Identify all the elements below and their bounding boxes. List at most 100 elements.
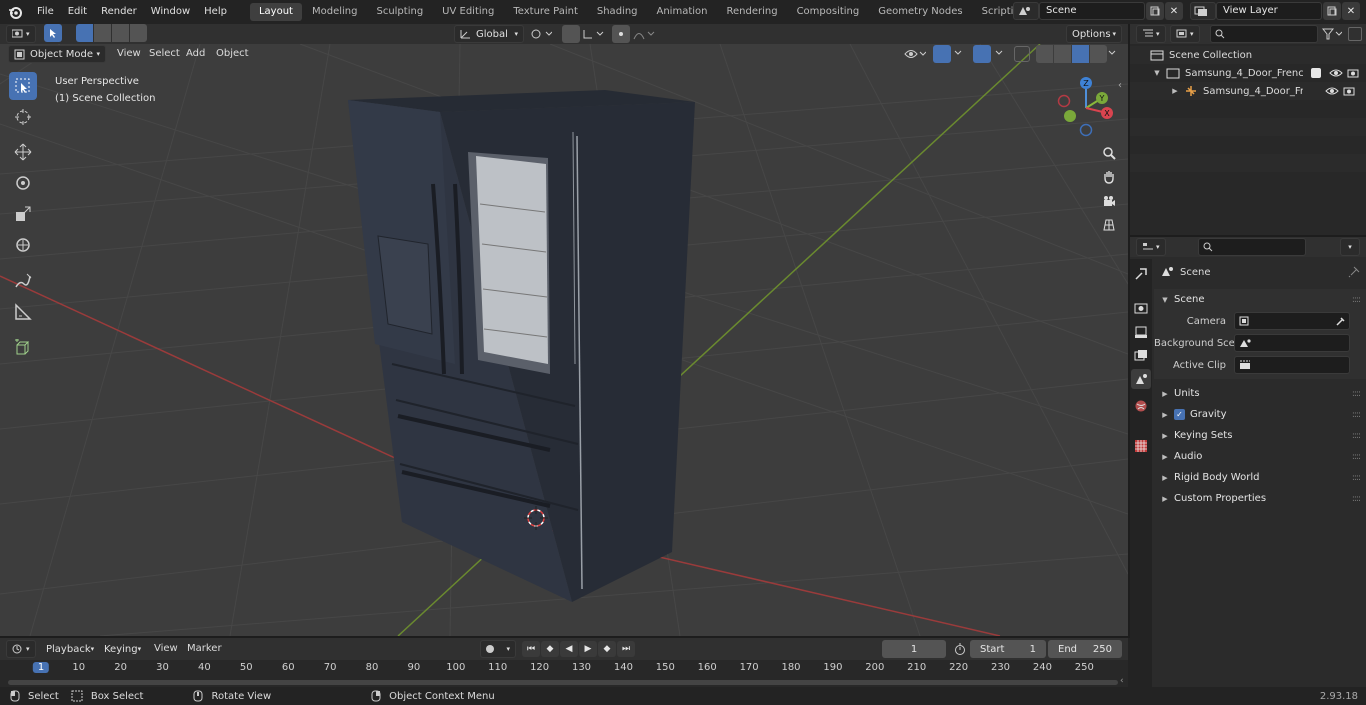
tab-texture-paint[interactable]: Texture Paint bbox=[504, 3, 587, 21]
expand-arrow-icon[interactable]: ▼ bbox=[1152, 69, 1162, 77]
pin-icon[interactable] bbox=[1348, 266, 1360, 278]
menu-render[interactable]: Render bbox=[94, 0, 144, 24]
render-tab-icon[interactable] bbox=[1134, 301, 1148, 315]
viewport-visibility-icon[interactable] bbox=[904, 47, 926, 61]
world-tab-icon[interactable] bbox=[1134, 399, 1148, 413]
select-box-tool-icon[interactable] bbox=[9, 72, 37, 100]
scene-name-field[interactable]: Scene bbox=[1039, 2, 1145, 20]
section-rigid-body-world[interactable]: ▶ Rigid Body World:::: bbox=[1154, 467, 1366, 488]
ortho-view-icon[interactable] bbox=[1098, 214, 1120, 236]
timeline-scrollbar[interactable] bbox=[8, 680, 1118, 685]
transform-orientation-dropdown[interactable]: Global ▾ bbox=[454, 25, 524, 43]
active-clip-field[interactable] bbox=[1234, 356, 1350, 374]
scene-selector[interactable]: Scene ✕ bbox=[1013, 2, 1183, 20]
new-scene-icon[interactable] bbox=[1146, 2, 1164, 20]
move-tool-icon[interactable] bbox=[9, 138, 37, 166]
current-frame-marker[interactable]: 1 bbox=[32, 662, 50, 673]
viewport-menu-object[interactable]: Object bbox=[210, 45, 255, 63]
scale-tool-icon[interactable] bbox=[9, 200, 37, 228]
select-invert-icon[interactable] bbox=[130, 24, 147, 42]
editor-type-dropdown[interactable]: ▾ bbox=[6, 25, 36, 43]
collection-checkbox[interactable] bbox=[1311, 68, 1321, 78]
tool-tab-icon[interactable] bbox=[1134, 267, 1148, 281]
viewport-menu-add[interactable]: Add bbox=[180, 45, 211, 63]
overlay-toggle-icon[interactable] bbox=[973, 45, 991, 63]
output-tab-icon[interactable] bbox=[1134, 325, 1148, 339]
jump-start-icon[interactable]: ⏮ bbox=[522, 641, 540, 657]
background-scene-field[interactable] bbox=[1234, 334, 1350, 352]
cursor-tool-icon[interactable] bbox=[9, 103, 37, 131]
frame-ruler[interactable]: 1 10 20 30 40 50 60 70 80 90 100 110 120 130 140 150 160… bbox=[0, 662, 1128, 678]
timeline-editor-dropdown[interactable]: ▾ bbox=[6, 640, 36, 658]
select-tool-button[interactable] bbox=[44, 24, 62, 42]
current-frame-field[interactable]: 1 bbox=[882, 640, 946, 658]
tab-sculpting[interactable]: Sculpting bbox=[367, 3, 432, 21]
annotate-tool-icon[interactable] bbox=[9, 267, 37, 295]
sidebar-toggle-icon[interactable]: ‹ bbox=[1118, 80, 1122, 91]
outliner-display-dropdown[interactable]: ▾ bbox=[1170, 25, 1200, 43]
texture-tab-icon[interactable] bbox=[1134, 439, 1148, 453]
outliner-editor-dropdown[interactable]: ▾ bbox=[1136, 25, 1166, 43]
properties-editor-dropdown[interactable]: ▾ bbox=[1136, 238, 1166, 256]
outliner-row-collection[interactable]: ▼ Samsung_4_Door_French_Door bbox=[1130, 64, 1366, 82]
gizmo-toggle-icon[interactable] bbox=[933, 45, 951, 63]
view-layer-selector[interactable]: View Layer ✕ bbox=[1190, 2, 1360, 20]
select-subtract-icon[interactable] bbox=[112, 24, 129, 42]
jump-end-icon[interactable]: ⏭ bbox=[617, 641, 635, 657]
rotate-tool-icon[interactable] bbox=[9, 169, 37, 197]
next-keyframe-icon[interactable]: ◆ bbox=[598, 641, 616, 657]
outliner-row-scene-collection[interactable]: Scene Collection bbox=[1130, 46, 1366, 64]
wireframe-shading-icon[interactable] bbox=[1036, 45, 1053, 63]
properties-options-dropdown[interactable]: ▾ bbox=[1340, 238, 1360, 256]
delete-scene-icon[interactable]: ✕ bbox=[1165, 2, 1183, 20]
section-units[interactable]: ▶ Units:::: bbox=[1154, 383, 1366, 404]
camera-field[interactable] bbox=[1234, 312, 1350, 330]
properties-search-input[interactable] bbox=[1198, 238, 1306, 256]
auto-keying-toggle[interactable]: ▾ bbox=[480, 640, 516, 658]
object-eye-icon[interactable] bbox=[1325, 86, 1339, 96]
view-layer-tab-icon[interactable] bbox=[1134, 349, 1148, 363]
gizmo-dropdown-icon[interactable] bbox=[954, 50, 962, 56]
tab-compositing[interactable]: Compositing bbox=[788, 3, 869, 21]
pivot-point-icon[interactable] bbox=[530, 28, 552, 40]
delete-view-layer-icon[interactable]: ✕ bbox=[1342, 2, 1360, 20]
timeline-menu-marker[interactable]: Marker bbox=[181, 640, 228, 658]
tab-layout[interactable]: Layout bbox=[249, 3, 302, 21]
solid-shading-icon[interactable] bbox=[1054, 45, 1071, 63]
blender-logo-icon[interactable] bbox=[0, 5, 30, 19]
rendered-shading-icon[interactable] bbox=[1090, 45, 1107, 63]
keying-menu[interactable]: Keying ▾ bbox=[98, 640, 146, 658]
select-extend-icon[interactable] bbox=[94, 24, 111, 42]
scene-type-icon[interactable] bbox=[1013, 2, 1039, 20]
view-layer-icon[interactable] bbox=[1190, 2, 1216, 20]
transform-tool-icon[interactable] bbox=[9, 231, 37, 259]
shading-mode-buttons[interactable] bbox=[1036, 45, 1107, 63]
zoom-view-icon[interactable] bbox=[1098, 142, 1120, 164]
tab-shading[interactable]: Shading bbox=[588, 3, 647, 21]
section-audio[interactable]: ▶ Audio:::: bbox=[1154, 446, 1366, 467]
material-shading-icon[interactable] bbox=[1072, 45, 1089, 63]
snap-element-icon[interactable] bbox=[583, 28, 605, 40]
navigation-gizmo[interactable]: Z Y X bbox=[1054, 76, 1120, 142]
viewport-menu-view[interactable]: View bbox=[111, 45, 147, 63]
view-layer-name-field[interactable]: View Layer bbox=[1216, 2, 1322, 20]
mode-dropdown[interactable]: Object Mode ▾ bbox=[8, 45, 106, 63]
tab-geometry-nodes[interactable]: Geometry Nodes bbox=[869, 3, 971, 21]
shading-dropdown-icon[interactable] bbox=[1108, 50, 1116, 56]
add-cube-tool-icon[interactable] bbox=[9, 334, 37, 362]
pan-view-icon[interactable] bbox=[1098, 166, 1120, 188]
prev-keyframe-icon[interactable]: ◆ bbox=[541, 641, 559, 657]
timeline-collapse-icon[interactable]: ‹ bbox=[1120, 676, 1124, 686]
play-icon[interactable]: ▶ bbox=[579, 641, 597, 657]
snap-toggle-icon[interactable] bbox=[562, 25, 580, 43]
3d-viewport[interactable]: User Perspective (1) Scene Collection bbox=[0, 44, 1128, 636]
tab-rendering[interactable]: Rendering bbox=[717, 3, 786, 21]
play-reverse-icon[interactable]: ◀ bbox=[560, 641, 578, 657]
scene-tab-icon[interactable] bbox=[1131, 369, 1151, 389]
outliner-row-object[interactable]: ▶ Samsung_4_Door_French bbox=[1130, 82, 1366, 100]
section-custom-properties[interactable]: ▶ Custom Properties:::: bbox=[1154, 488, 1366, 509]
outliner-filter-icon[interactable] bbox=[1322, 28, 1342, 40]
proportional-falloff-icon[interactable] bbox=[633, 28, 655, 40]
outliner-search-input[interactable] bbox=[1210, 25, 1318, 43]
menu-file[interactable]: File bbox=[30, 0, 61, 24]
